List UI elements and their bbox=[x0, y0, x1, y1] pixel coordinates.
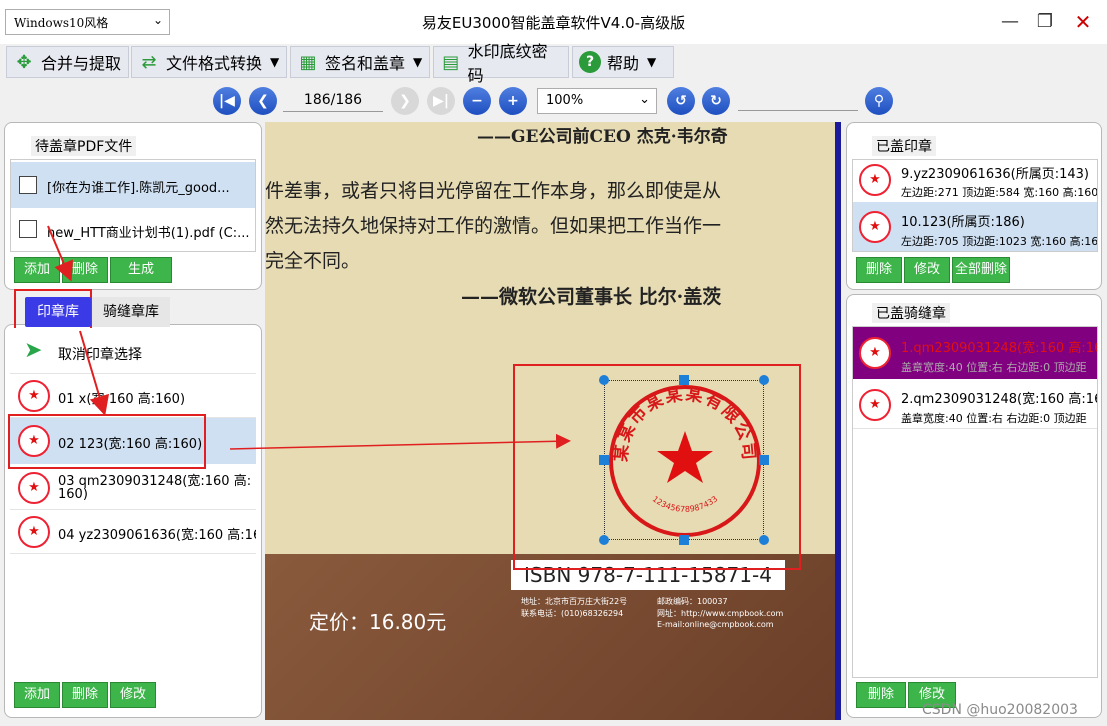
stamped-list: 9.yz2309061636(所属页:143) 左边距:271 顶边距:584 … bbox=[852, 159, 1098, 252]
seal-thumbnail-icon bbox=[859, 389, 891, 421]
seam-stamped-title: 已盖骑缝章 bbox=[872, 303, 950, 323]
seam-detail: 盖章宽度:40 位置:右 右边距:0 顶边距 bbox=[901, 361, 1087, 374]
stamped-detail: 左边距:271 顶边距:584 宽:160 高:160 bbox=[901, 186, 1097, 199]
stamped-label: 9.yz2309061636(所属页:143) bbox=[901, 167, 1089, 182]
list-item[interactable]: 1.qm2309031248(宽:160 高:160) 盖章宽度:40 位置:右… bbox=[853, 327, 1097, 379]
seam-label: 2.qm2309031248(宽:160 高:160) bbox=[901, 392, 1098, 407]
delete-all-stamped-button[interactable]: 全部删除 bbox=[952, 257, 1010, 283]
list-item[interactable]: 2.qm2309031248(宽:160 高:160) 盖章宽度:40 位置:右… bbox=[853, 381, 1097, 429]
stamped-label: 10.123(所属页:186) bbox=[901, 215, 1025, 230]
seam-stamped-list: 1.qm2309031248(宽:160 高:160) 盖章宽度:40 位置:右… bbox=[852, 326, 1098, 678]
seam-detail: 盖章宽度:40 位置:右 右边距:0 顶边距 bbox=[901, 412, 1087, 425]
seam-label: 1.qm2309031248(宽:160 高:160) bbox=[901, 341, 1098, 356]
delete-stamped-button[interactable]: 删除 bbox=[856, 257, 902, 283]
stamped-title: 已盖印章 bbox=[872, 136, 936, 156]
seal-thumbnail-icon bbox=[859, 337, 891, 369]
seal-thumbnail-icon bbox=[859, 164, 891, 196]
list-item[interactable]: 9.yz2309061636(所属页:143) 左边距:271 顶边距:584 … bbox=[853, 160, 1097, 202]
watermark-text: CSDN @huo20082003 bbox=[922, 702, 1078, 718]
list-item[interactable]: 10.123(所属页:186) 左边距:705 顶边距:1023 宽:160 高… bbox=[853, 202, 1097, 251]
delete-seam-button[interactable]: 删除 bbox=[856, 682, 906, 708]
seal-thumbnail-icon bbox=[859, 211, 891, 243]
modify-stamped-button[interactable]: 修改 bbox=[904, 257, 950, 283]
stamped-detail: 左边距:705 顶边距:1023 宽:160 高:16 bbox=[901, 235, 1097, 248]
